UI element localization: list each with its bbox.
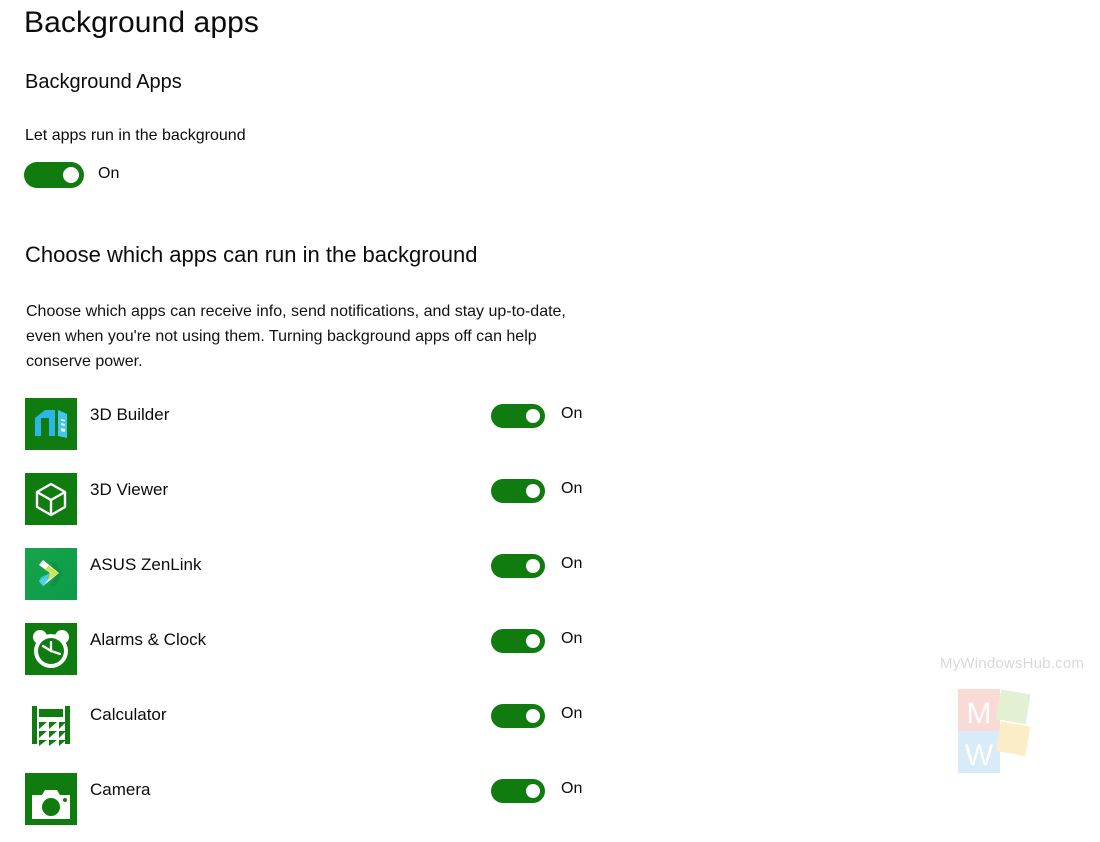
- toggle-track: [491, 779, 545, 803]
- app-name: ASUS ZenLink: [90, 555, 202, 574]
- toggle-knob: [526, 409, 540, 423]
- toggle-track: [491, 704, 545, 728]
- toggle-knob: [526, 709, 540, 723]
- 3d-viewer-icon: [25, 473, 77, 525]
- toggle-knob: [526, 784, 540, 798]
- list-item: ASUS ZenLink On: [0, 542, 620, 617]
- let-apps-run-toggle-state: On: [98, 165, 120, 182]
- watermark-text: MyWindowsHub.com: [940, 655, 1085, 672]
- camera-icon: [25, 773, 77, 825]
- toggle-track: [491, 629, 545, 653]
- let-apps-run-label: Let apps run in the background: [25, 127, 246, 144]
- asus-zenlink-icon: [25, 548, 77, 600]
- app-name: Calculator: [90, 705, 167, 724]
- let-apps-run-toggle[interactable]: [24, 162, 84, 188]
- app-toggle-state: On: [561, 780, 583, 797]
- section-title: Background Apps: [25, 71, 182, 93]
- app-toggle-state: On: [561, 705, 583, 722]
- list-item: 3D Builder On: [0, 392, 620, 467]
- list-item: 3D Viewer On: [0, 467, 620, 542]
- app-name: 3D Builder: [90, 405, 170, 424]
- app-name: Camera: [90, 780, 151, 799]
- background-apps-settings-page: Background apps Background Apps Let apps…: [0, 0, 1100, 825]
- toggle-knob: [526, 484, 540, 498]
- app-background-toggle[interactable]: [491, 779, 545, 808]
- list-item: Alarms & Clock On: [0, 617, 620, 692]
- 3d-builder-icon: [25, 398, 77, 450]
- alarms-clock-icon: [25, 623, 77, 675]
- toggle-track: [491, 404, 545, 428]
- page-title: Background apps: [24, 6, 259, 39]
- choose-apps-heading: Choose which apps can run in the backgro…: [25, 242, 478, 267]
- toggle-knob: [526, 559, 540, 573]
- app-background-toggle[interactable]: [491, 704, 545, 733]
- list-item: Calculator On: [0, 692, 620, 767]
- choose-apps-description: Choose which apps can receive info, send…: [26, 303, 566, 370]
- toggle-track: [491, 479, 545, 503]
- toggle-track: [491, 554, 545, 578]
- app-background-toggle[interactable]: [491, 479, 545, 508]
- toggle-knob: [526, 634, 540, 648]
- watermark-letter-m: M: [967, 697, 992, 730]
- toggle-knob: [63, 167, 79, 183]
- app-name: Alarms & Clock: [90, 630, 207, 649]
- app-background-toggle[interactable]: [491, 629, 545, 658]
- list-item: Camera On: [0, 767, 620, 842]
- app-toggle-state: On: [561, 555, 583, 572]
- calculator-icon: [25, 698, 77, 750]
- app-background-toggle[interactable]: [491, 554, 545, 583]
- app-toggle-state: On: [561, 405, 583, 422]
- watermark-logo-icon: M W: [950, 677, 1040, 775]
- watermark: MyWindowsHub.com M W: [938, 655, 1098, 775]
- app-toggle-state: On: [561, 630, 583, 647]
- watermark-letter-w: W: [965, 739, 994, 772]
- app-name: 3D Viewer: [90, 480, 169, 499]
- app-toggle-state: On: [561, 480, 583, 497]
- background-apps-list: 3D Builder On 3D Viewer On ASUS ZenLink …: [0, 392, 620, 842]
- app-background-toggle[interactable]: [491, 404, 545, 433]
